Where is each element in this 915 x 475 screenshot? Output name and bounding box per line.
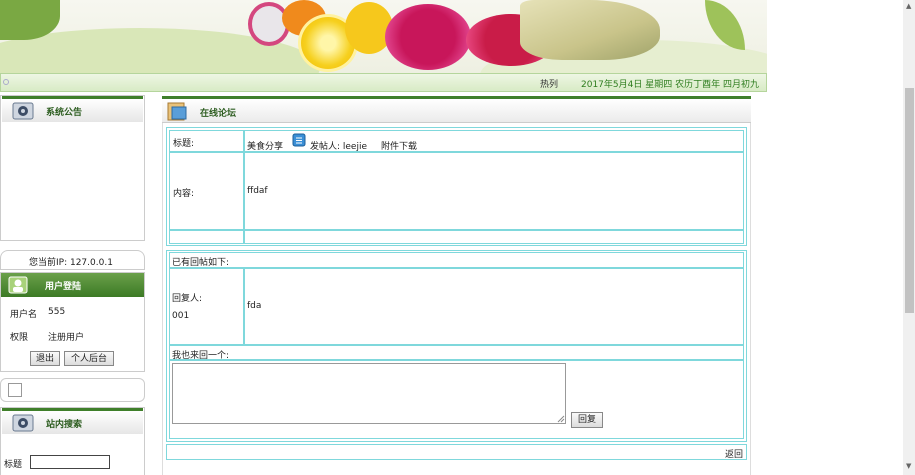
scroll-down-icon[interactable]: ▼ xyxy=(906,462,911,470)
login-title: 用户登陆 xyxy=(45,282,82,292)
notice-header: 系统公告 xyxy=(2,96,143,122)
post-empty-left-cell xyxy=(169,230,244,244)
replier-cell xyxy=(169,268,244,345)
login-header: 用户登陆 xyxy=(1,273,144,297)
date-bar: 热列 2017年5月4日 星期四 农历丁酉年 四月初九 xyxy=(0,73,767,92)
document-icon xyxy=(292,133,306,147)
forum-header: 在线论坛 xyxy=(162,96,751,123)
search-input[interactable] xyxy=(30,455,110,469)
post-title-label: 标题: xyxy=(173,139,195,149)
reply-content: fda xyxy=(247,301,262,311)
poster-label: 发帖人: leejie xyxy=(310,142,368,152)
reply-content-cell xyxy=(244,268,744,345)
post-content-label: 内容: xyxy=(173,189,195,199)
image-placeholder xyxy=(8,383,22,397)
replier-value: 001 xyxy=(172,311,190,321)
username-value: 555 xyxy=(48,307,66,317)
post-content-value: ffdaf xyxy=(247,186,268,196)
replier-label: 回复人: xyxy=(172,294,203,304)
notice-title: 系统公告 xyxy=(46,108,83,118)
user-icon xyxy=(8,276,28,294)
post-content-value-cell xyxy=(244,152,744,230)
username-label: 用户名 xyxy=(10,310,38,320)
post-empty-right-cell xyxy=(244,230,744,244)
scroll-up-icon[interactable]: ▲ xyxy=(906,2,911,10)
folder-icon xyxy=(167,102,187,121)
role-value: 注册用户 xyxy=(48,333,85,343)
bullet-icon xyxy=(3,79,9,85)
date-text: 2017年5月4日 星期四 农历丁酉年 四月初九 xyxy=(581,80,759,90)
resize-grip-icon[interactable] xyxy=(557,415,565,423)
forum-title: 在线论坛 xyxy=(200,109,237,119)
leaf-right xyxy=(705,0,745,50)
reply-textarea[interactable] xyxy=(172,363,566,424)
dragonfruit-red xyxy=(385,4,471,70)
search-field-label: 标题 xyxy=(4,460,23,470)
logout-button[interactable]: 退出 xyxy=(30,351,60,366)
speaker-icon xyxy=(12,414,34,432)
personal-backend-button[interactable]: 个人后台 xyxy=(64,351,114,366)
misc-panel xyxy=(0,378,145,402)
search-header: 站内搜索 xyxy=(2,408,143,434)
ip-panel: 您当前IP: 127.0.0.1 xyxy=(0,250,145,270)
back-link[interactable]: 返回 xyxy=(725,447,743,460)
post-title-value: 美食分享 xyxy=(247,142,284,152)
vertical-scrollbar[interactable]: ▲ ▼ xyxy=(903,0,915,475)
reply-form-label-cell xyxy=(169,345,744,360)
fruit-banner xyxy=(0,0,767,73)
search-title: 站内搜索 xyxy=(46,420,83,430)
replies-header-cell xyxy=(169,252,744,268)
back-row xyxy=(166,444,747,460)
role-label: 权限 xyxy=(10,333,29,343)
reply-submit-button[interactable]: 回复 xyxy=(571,412,603,428)
durian-fruit xyxy=(520,0,660,60)
attachment-download-link[interactable]: 附件下载 xyxy=(381,139,417,152)
page: 热列 2017年5月4日 星期四 农历丁酉年 四月初九 系统公告 您当前IP: … xyxy=(0,0,915,475)
scroll-thumb[interactable] xyxy=(905,88,914,313)
ip-text: 您当前IP: 127.0.0.1 xyxy=(29,258,113,268)
speaker-icon xyxy=(12,102,34,120)
hot-label[interactable]: 热列 xyxy=(540,77,558,90)
replies-header: 已有回帖如下: xyxy=(172,258,230,268)
